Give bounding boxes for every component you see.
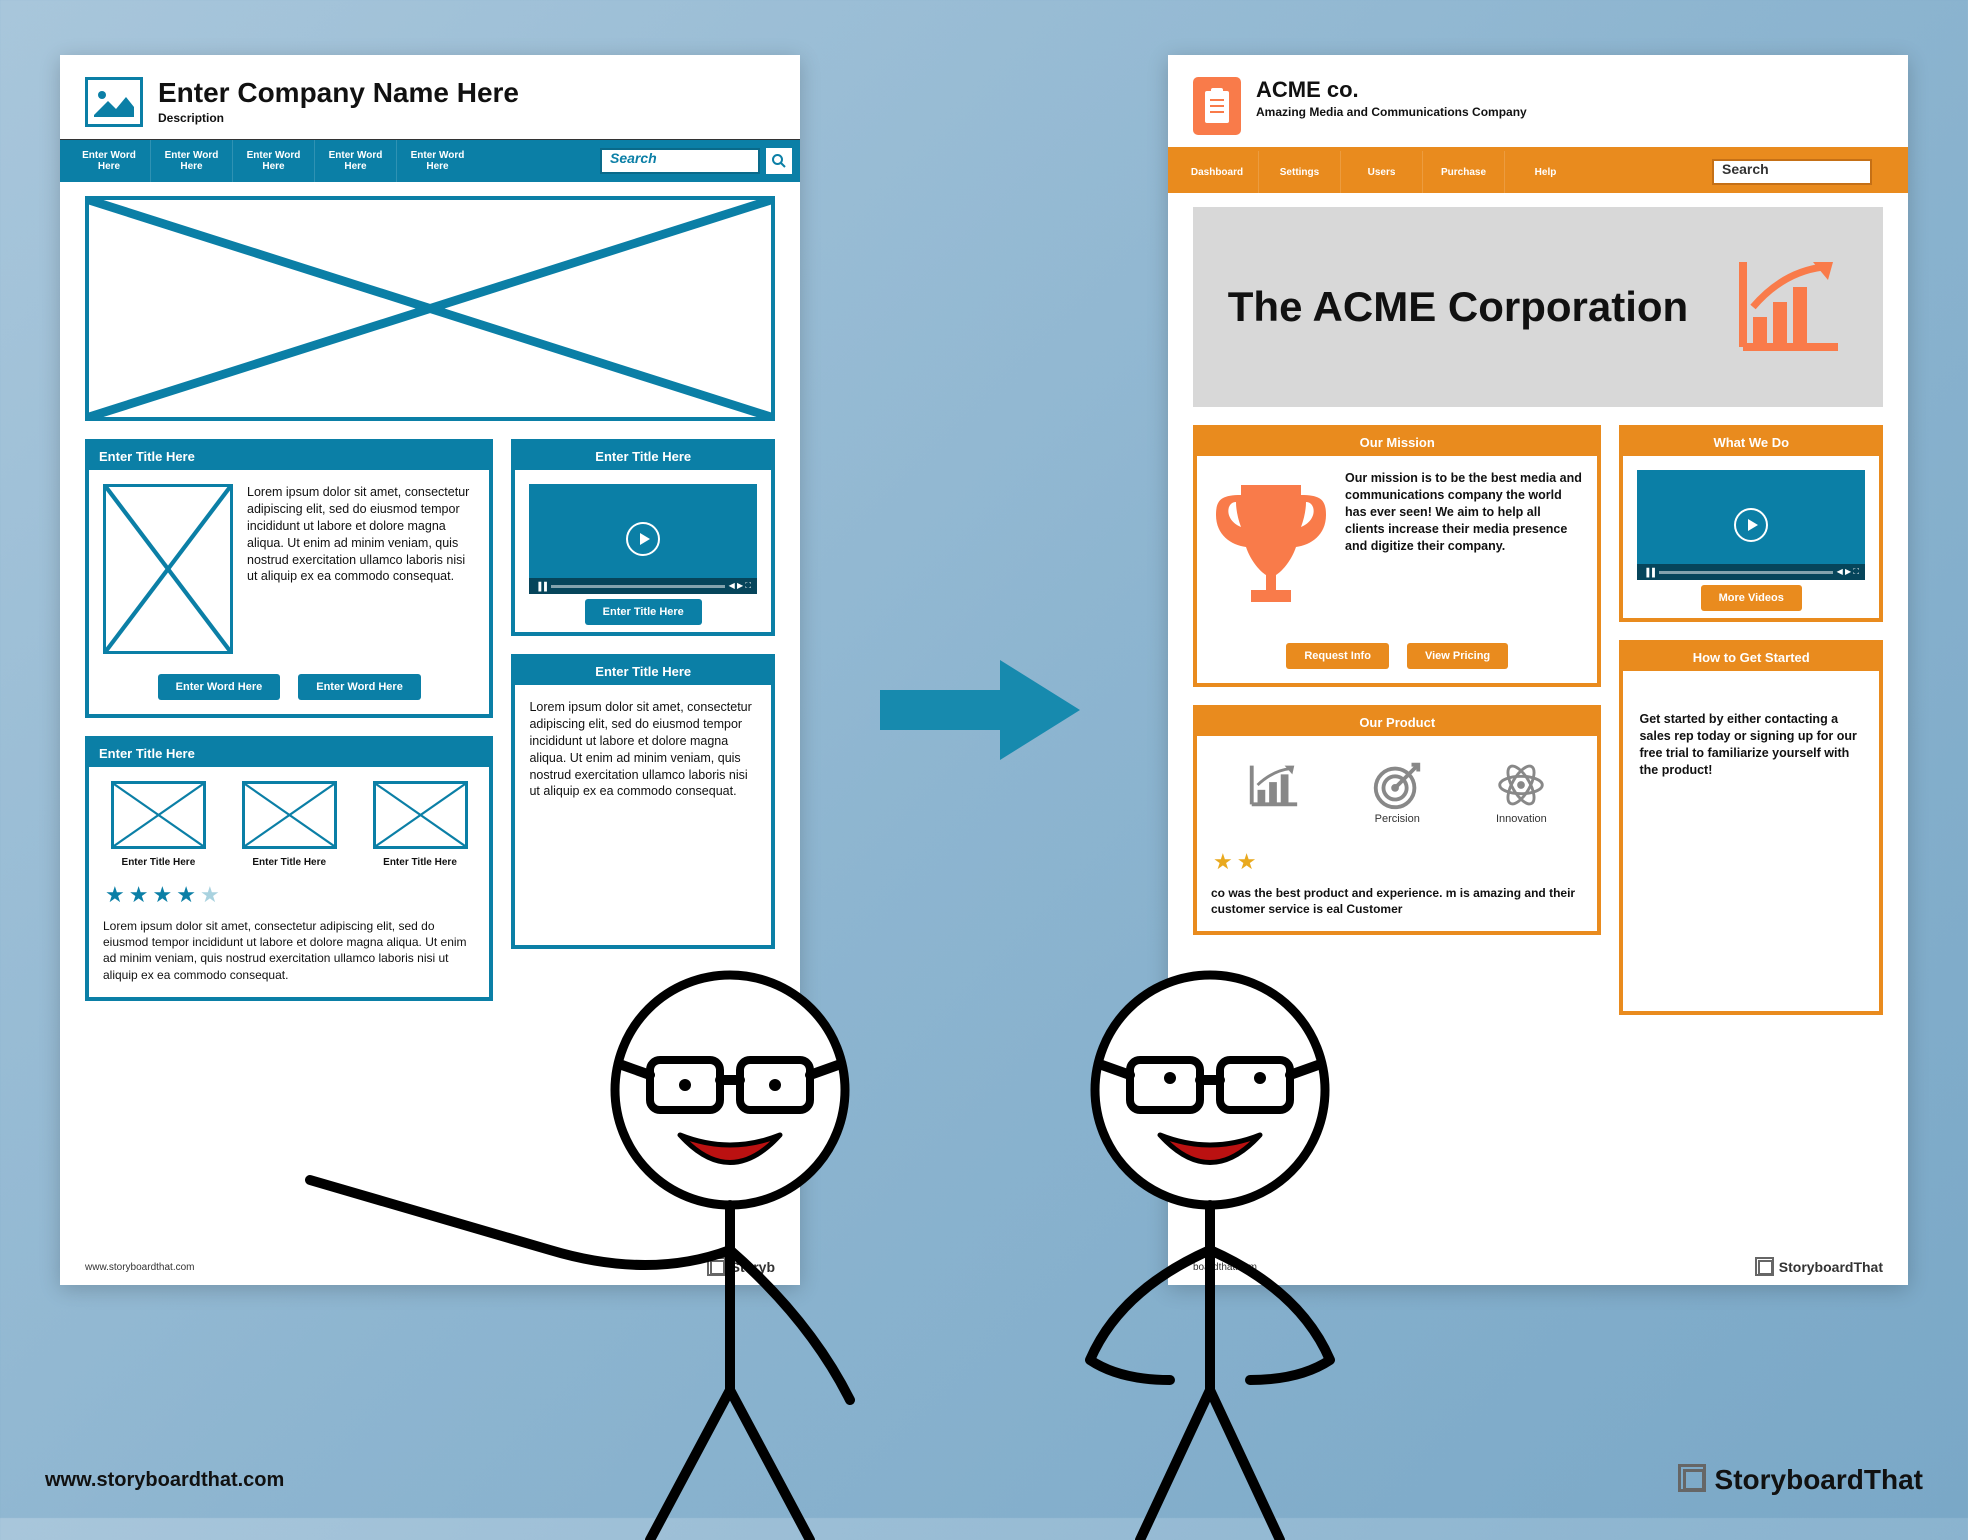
company-name: ACME co. — [1256, 77, 1527, 103]
star-icon: ★ — [129, 882, 149, 908]
panel-title: Enter Title Here — [89, 740, 489, 767]
body-text: Lorem ipsum dolor sit amet, consectetur … — [515, 685, 771, 945]
view-pricing-button[interactable]: View Pricing — [1407, 643, 1508, 669]
action-button[interactable]: Enter Word Here — [158, 674, 281, 700]
star-icon: ★ — [105, 882, 125, 908]
panel-title: Enter Title Here — [515, 443, 771, 470]
panel-title: Enter Title Here — [515, 658, 771, 685]
video-player[interactable]: ▐▐◀ ▶ ⛶ — [529, 484, 757, 594]
action-button[interactable]: Enter Word Here — [298, 674, 421, 700]
stick-figure-viewer — [960, 960, 1460, 1540]
image-placeholder — [103, 484, 233, 654]
star-icon: ★ — [1237, 849, 1257, 875]
image-placeholder — [111, 781, 206, 849]
howto-text: Get started by either contacting a sales… — [1623, 671, 1879, 1011]
panel-title: What We Do — [1623, 429, 1879, 456]
trophy-icon — [1211, 470, 1331, 623]
thumb-caption: Enter Title Here — [111, 857, 206, 868]
side-panel: Enter Title Here Lorem ipsum dolor sit a… — [511, 654, 775, 949]
nav-item-dashboard[interactable]: Dashboard — [1176, 151, 1258, 193]
video-panel: Enter Title Here ▐▐◀ ▶ ⛶ Enter Title Her… — [511, 439, 775, 636]
howto-panel: How to Get Started Get started by either… — [1619, 640, 1883, 1015]
storyboardthat-logo: StoryboardThat — [1683, 1464, 1923, 1496]
image-placeholder — [373, 781, 468, 849]
more-videos-button[interactable]: More Videos — [1701, 585, 1802, 611]
product-item — [1244, 760, 1302, 825]
footer-url: www.storyboardthat.com — [85, 1262, 195, 1273]
panel-title: How to Get Started — [1623, 644, 1879, 671]
chart-icon — [1244, 760, 1302, 810]
outer-url: www.storyboardthat.com — [45, 1469, 284, 1492]
what-we-do-panel: What We Do ▐▐◀ ▶ ⛶ More Videos — [1619, 425, 1883, 622]
star-rating: ★★ — [1213, 849, 1583, 875]
atom-icon — [1492, 760, 1550, 810]
play-icon[interactable] — [1734, 508, 1768, 542]
company-subtitle: Description — [158, 111, 519, 125]
video-player[interactable]: ▐▐◀ ▶ ⛶ — [1637, 470, 1865, 580]
body-text: Lorem ipsum dolor sit amet, consectetur … — [247, 484, 475, 585]
arrow-icon — [870, 640, 1090, 780]
nav-item[interactable]: Enter Word Here — [314, 140, 396, 182]
search-button[interactable] — [1878, 159, 1900, 185]
company-name: Enter Company Name Here — [158, 77, 519, 109]
nav-item[interactable]: Enter Word Here — [396, 140, 478, 182]
company-subtitle: Amazing Media and Communications Company — [1256, 105, 1527, 119]
mission-text: Our mission is to be the best media and … — [1345, 470, 1583, 554]
nav-item[interactable]: Enter Word Here — [232, 140, 314, 182]
play-icon[interactable] — [626, 522, 660, 556]
nav-item[interactable]: Enter Word Here — [150, 140, 232, 182]
mission-panel: Enter Title Here Lorem ipsum dolor sit a… — [85, 439, 493, 718]
star-icon: ★ — [176, 882, 196, 908]
nav-item[interactable]: Enter Word Here — [68, 140, 150, 182]
nav-item-help[interactable]: Help — [1504, 151, 1586, 193]
growth-chart-icon — [1728, 252, 1848, 362]
request-info-button[interactable]: Request Info — [1286, 643, 1389, 669]
mockup-nav: Dashboard Settings Users Purchase Help S… — [1168, 151, 1908, 193]
hero-banner: The ACME Corporation — [1193, 207, 1883, 407]
product-item: Innovation — [1492, 760, 1550, 825]
mission-panel: Our Mission Our mission is to be the bes… — [1193, 425, 1601, 687]
review-text: co was the best product and experience. … — [1211, 885, 1583, 917]
hero-placeholder — [85, 196, 775, 421]
hero-title: The ACME Corporation — [1228, 285, 1688, 329]
panel-title: Enter Title Here — [89, 443, 489, 470]
nav-item-settings[interactable]: Settings — [1258, 151, 1340, 193]
nav-item-purchase[interactable]: Purchase — [1422, 151, 1504, 193]
mockup-header: ACME co. Amazing Media and Communication… — [1168, 55, 1908, 147]
image-placeholder — [242, 781, 337, 849]
panel-title: Our Product — [1197, 709, 1597, 736]
search-input[interactable]: Search — [1712, 159, 1872, 185]
star-icon: ★ — [1213, 849, 1233, 875]
video-caption-button[interactable]: Enter Title Here — [585, 599, 702, 625]
product-item: Percision — [1368, 760, 1426, 825]
star-rating: ★★★★★ — [105, 882, 475, 908]
outer-footer: www.storyboardthat.com StoryboardThat — [45, 1464, 1923, 1496]
stick-figure-presenter — [250, 960, 930, 1540]
thumb-caption: Enter Title Here — [242, 857, 337, 868]
wireframe-nav: Enter Word Here Enter Word Here Enter Wo… — [60, 140, 800, 182]
search-icon[interactable] — [766, 148, 792, 174]
wireframe-header: Enter Company Name Here Description — [60, 55, 800, 140]
thumb-caption: Enter Title Here — [373, 857, 468, 868]
search-input[interactable]: Search — [600, 148, 760, 174]
nav-item-users[interactable]: Users — [1340, 151, 1422, 193]
clipboard-icon — [1193, 77, 1241, 135]
storyboardthat-logo: StoryboardThat — [1758, 1259, 1883, 1275]
star-icon: ★ — [152, 882, 172, 908]
target-icon — [1368, 760, 1426, 810]
panel-title: Our Mission — [1197, 429, 1597, 456]
star-icon: ★ — [200, 882, 220, 908]
product-panel: Our Product Percision Innovation ★★ co w… — [1193, 705, 1601, 935]
image-placeholder-icon — [85, 77, 143, 127]
